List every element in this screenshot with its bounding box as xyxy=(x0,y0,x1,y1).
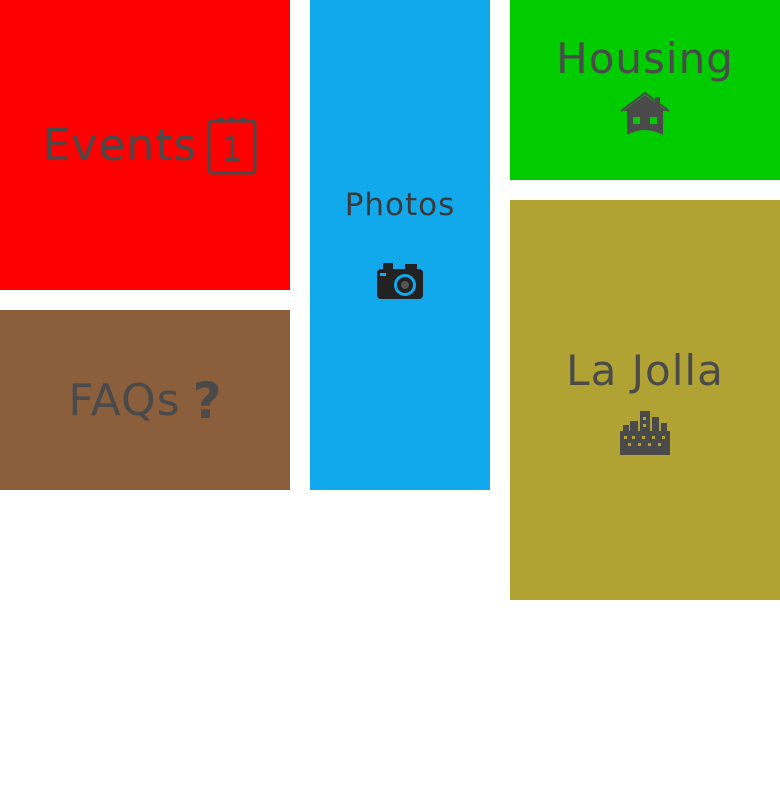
faqs-label: FAQs xyxy=(68,374,181,426)
house-icon xyxy=(620,91,670,135)
photos-tile[interactable]: Photos xyxy=(310,0,490,490)
question-icon: ? xyxy=(192,371,222,430)
faqs-row: FAQs ? xyxy=(68,375,221,426)
calendar-icon: 1 xyxy=(207,117,257,175)
events-label: Events xyxy=(42,119,198,171)
faqs-tile[interactable]: FAQs ? xyxy=(0,310,290,490)
calendar-day: 1 xyxy=(222,130,244,170)
housing-label: Housing xyxy=(556,33,734,83)
lajolla-tile[interactable]: La Jolla xyxy=(510,200,780,600)
events-row: Events 1 xyxy=(43,115,258,175)
lajolla-label: La Jolla xyxy=(566,345,724,395)
housing-tile[interactable]: Housing xyxy=(510,0,780,180)
events-tile[interactable]: Events 1 xyxy=(0,0,290,290)
city-icon xyxy=(620,410,670,455)
camera-icon xyxy=(377,263,423,299)
photos-label: Photos xyxy=(344,187,456,223)
